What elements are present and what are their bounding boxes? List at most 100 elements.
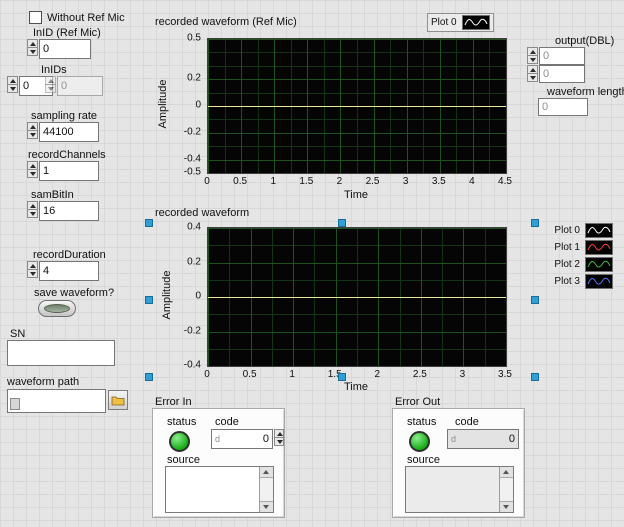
- graph-title: recorded waveform: [155, 207, 249, 219]
- decrement-button[interactable]: [527, 73, 538, 82]
- decrement-button[interactable]: [7, 84, 18, 93]
- error-in-code-value[interactable]: 0: [263, 433, 269, 445]
- y-tick-label: 0.5: [187, 33, 201, 44]
- browse-path-button[interactable]: [108, 390, 128, 410]
- inid-ref-mic-value[interactable]: 0: [39, 39, 91, 59]
- sn-label: SN: [10, 328, 25, 340]
- decrement-button[interactable]: [527, 55, 538, 64]
- output-dbl-control-1[interactable]: 0: [527, 47, 585, 65]
- graph-ref-mic: recorded waveform (Ref Mic) Plot 0 Ampli…: [150, 10, 514, 204]
- decrement-button[interactable]: [27, 169, 38, 178]
- sn-input[interactable]: [7, 340, 115, 366]
- x-tick-label: 2.5: [413, 369, 427, 380]
- save-waveform-button[interactable]: [38, 300, 76, 317]
- inids-label: InIDs: [41, 64, 67, 76]
- plot-area[interactable]: [207, 38, 507, 174]
- legend-item-label: Plot 0: [554, 225, 580, 236]
- major-gridline: [506, 228, 507, 366]
- spinner: [527, 47, 538, 64]
- selection-handle[interactable]: [531, 373, 539, 381]
- selection-handle[interactable]: [531, 296, 539, 304]
- inid-ref-mic-control[interactable]: 0: [27, 39, 91, 59]
- spinner: [7, 76, 18, 93]
- status-led-icon[interactable]: [169, 431, 190, 452]
- checkbox-box-icon[interactable]: [29, 11, 42, 24]
- x-tick-label: 3: [403, 176, 409, 187]
- minor-gridline: [208, 349, 506, 350]
- error-in-label: Error In: [155, 396, 192, 408]
- sam-bit-in-control[interactable]: 16: [27, 201, 99, 221]
- selection-handle[interactable]: [145, 373, 153, 381]
- output-dbl-label: output(DBL): [555, 35, 614, 47]
- x-axis-title: Time: [207, 189, 505, 201]
- legend-item[interactable]: Plot 0: [541, 222, 613, 239]
- scrollbar[interactable]: [259, 467, 273, 512]
- x-tick-label: 1: [289, 369, 295, 380]
- error-in-source-box[interactable]: [165, 466, 274, 513]
- decrement-button[interactable]: [27, 269, 38, 278]
- sampling-rate-label: sampling rate: [31, 110, 97, 122]
- error-out-source-box: [405, 466, 514, 513]
- plot-area[interactable]: [207, 227, 507, 367]
- inids-element-control[interactable]: 0: [45, 76, 103, 96]
- y-tick-label: 0.2: [187, 256, 201, 267]
- legend-item[interactable]: Plot 0: [431, 14, 490, 31]
- record-duration-label: recordDuration: [33, 249, 106, 261]
- minor-gridline: [208, 93, 506, 94]
- output-dbl-value-2[interactable]: 0: [539, 65, 585, 83]
- legend-item[interactable]: Plot 3: [541, 273, 613, 290]
- status-led-icon: [409, 431, 430, 452]
- waveform-length-label: waveform length: [547, 86, 624, 98]
- error-in-code-control[interactable]: d 0: [211, 429, 284, 449]
- major-gridline: [208, 79, 506, 80]
- scroll-up-button[interactable]: [500, 467, 513, 478]
- selection-handle[interactable]: [338, 219, 346, 227]
- spinner: [274, 429, 284, 446]
- sampling-rate-control[interactable]: 44100: [27, 122, 99, 142]
- scroll-down-button[interactable]: [500, 501, 513, 512]
- inids-element-value[interactable]: 0: [57, 76, 103, 96]
- selection-handle[interactable]: [145, 219, 153, 227]
- major-gridline: [208, 39, 506, 40]
- decrement-button[interactable]: [274, 437, 284, 446]
- scroll-down-button[interactable]: [260, 501, 273, 512]
- record-channels-control[interactable]: 1: [27, 161, 99, 181]
- output-dbl-control-2[interactable]: 0: [527, 65, 585, 83]
- record-channels-value[interactable]: 1: [39, 161, 99, 181]
- sam-bit-in-value[interactable]: 16: [39, 201, 99, 221]
- minor-gridline: [208, 146, 506, 147]
- code-label: code: [215, 416, 239, 428]
- x-tick-label: 4: [469, 176, 475, 187]
- error-out-label: Error Out: [395, 396, 440, 408]
- major-gridline: [208, 133, 506, 134]
- x-tick-label: 0.5: [233, 176, 247, 187]
- decrement-button[interactable]: [27, 47, 38, 56]
- waveform-path-input[interactable]: [7, 389, 106, 413]
- legend-item-label: Plot 2: [554, 259, 580, 270]
- record-duration-control[interactable]: 4: [27, 261, 99, 281]
- decrement-button[interactable]: [45, 84, 56, 93]
- code-label: code: [455, 416, 479, 428]
- save-waveform-label: save waveform?: [34, 287, 114, 299]
- y-tick-label: -0.2: [184, 325, 201, 336]
- scroll-up-button[interactable]: [260, 467, 273, 478]
- decrement-button[interactable]: [27, 130, 38, 139]
- selection-handle[interactable]: [531, 219, 539, 227]
- record-duration-value[interactable]: 4: [39, 261, 99, 281]
- selection-handle[interactable]: [145, 296, 153, 304]
- legend-item[interactable]: Plot 1: [541, 239, 613, 256]
- major-gridline: [506, 39, 507, 173]
- sampling-rate-value[interactable]: 44100: [39, 122, 99, 142]
- spinner: [27, 201, 38, 218]
- radix-indicator: d: [215, 434, 220, 444]
- graph-title: recorded waveform (Ref Mic): [155, 16, 297, 28]
- output-dbl-value-1[interactable]: 0: [539, 47, 585, 65]
- decrement-button[interactable]: [27, 209, 38, 218]
- legend-item[interactable]: Plot 2: [541, 256, 613, 273]
- x-tick-label: 0: [204, 369, 210, 380]
- checkbox-label: Without Ref Mic: [47, 12, 125, 24]
- scrollbar[interactable]: [499, 467, 513, 512]
- without-ref-mic-checkbox[interactable]: Without Ref Mic: [29, 11, 125, 24]
- selection-handle[interactable]: [338, 373, 346, 381]
- error-in-source-value[interactable]: [166, 467, 259, 512]
